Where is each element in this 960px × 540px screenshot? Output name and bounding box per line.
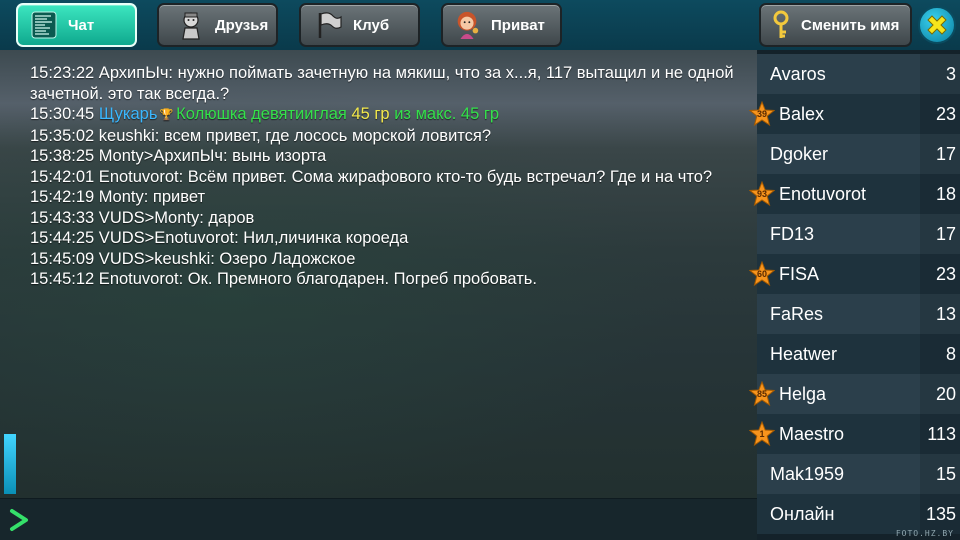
rename-button[interactable]: Сменить имя [759,3,912,47]
catch-fish: Колюшка девятииглая [176,105,347,123]
online-count: 135 [920,494,960,534]
user-row[interactable]: 39 Balex 23 [748,94,960,134]
user-name: FISA [779,264,820,284]
top-tab-bar: Чат Друзья Клуб Приват Сменить имя [0,0,960,50]
user-rank: 60 [756,269,767,279]
trophy-icon: 🏆 [159,109,174,121]
chat-message: 15:42:19 Monty: привет [30,188,206,206]
chevron-right-icon [10,509,28,531]
tab-chat[interactable]: Чат [16,3,137,47]
scrollbar-thumb[interactable] [4,434,16,494]
user-count: 15 [920,454,960,494]
tab-friends[interactable]: Друзья [157,3,278,47]
watermark-text: FOTO.HZ.BY [895,529,954,538]
user-row[interactable]: FaRes 13 [757,294,960,334]
user-name: Enotuvorot [779,184,867,204]
tab-chat-label: Чат [68,16,95,34]
catch-weight: 45 гр [351,105,390,123]
user-count: 113 [920,414,960,454]
key-icon [767,10,795,40]
user-count: 8 [920,334,960,374]
chat-message: 15:45:12 Enotuvorot: Ок. Премного благод… [30,270,537,288]
catch-nick[interactable]: Щукарь [99,105,158,123]
user-row[interactable]: Heatwer 8 [757,334,960,374]
close-button[interactable] [918,6,956,44]
chat-message: 15:43:33 VUDS>Monty: даров [30,208,255,227]
user-rank: 39 [756,109,767,119]
message-list: 15:23:22 АрхипЫч: нужно поймать зачетную… [30,63,745,290]
catch-time: 15:30:45 [30,105,95,123]
user-rank: 93 [756,189,767,199]
chat-message: 15:44:25 VUDS>Enotuvorot: Нил,личинка ко… [30,229,409,247]
chat-message: 15:35:02 keushki: всем привет, где лосос… [30,126,492,145]
user-name: Helga [779,384,827,404]
user-count: 23 [920,94,960,134]
user-rank: 1 [759,429,765,439]
girl-icon [453,10,481,40]
user-row[interactable]: FD13 17 [757,214,960,254]
user-count: 20 [920,374,960,414]
online-total-row: Онлайн 135 [757,494,960,534]
tab-private[interactable]: Приват [441,3,562,47]
user-name: FaRes [770,304,824,324]
user-count: 18 [920,174,960,214]
tab-club-label: Клуб [353,16,390,34]
star-icon: 93 [748,180,776,207]
user-row[interactable]: Dgoker 17 [757,134,960,174]
user-count: 3 [920,54,960,94]
user-name: Maestro [779,424,845,444]
user-row[interactable]: Mak1959 15 [757,454,960,494]
star-icon: 85 [748,380,776,407]
chat-message: 15:38:25 Monty>АрхипЫч: вынь изорта [30,147,327,165]
star-icon: 60 [748,260,776,287]
online-label: Онлайн [770,504,835,524]
user-count: 23 [920,254,960,294]
tab-friends-label: Друзья [215,16,269,34]
user-count: 17 [920,134,960,174]
user-name: Mak1959 [770,464,845,484]
user-name: Heatwer [770,344,838,364]
chat-message: 15:42:01 Enotuvorot: Всём привет. Сома ж… [30,167,713,186]
catch-message: 15:30:45 Щукарь 🏆 Колюшка девятииглая 45 г… [30,104,745,126]
catch-max-label: из макс. [394,105,457,123]
user-name: Avaros [770,64,826,84]
message-input-bar [0,498,757,540]
message-input[interactable] [40,505,745,535]
user-row[interactable]: 85 Helga 20 [748,374,960,414]
user-row[interactable]: Avaros 3 [757,54,960,94]
user-count: 17 [920,214,960,254]
catch-max-weight: 45 гр [460,105,500,123]
star-icon: 1 [748,420,776,447]
user-name: Dgoker [770,144,829,164]
user-row[interactable]: 93 Enotuvorot 18 [748,174,960,214]
user-name: FD13 [770,224,815,244]
close-x-icon [927,15,947,35]
tab-club[interactable]: Клуб [299,3,420,47]
user-rank: 85 [756,389,767,399]
chat-message: 15:23:22 АрхипЫч: нужно поймать зачетную… [30,64,734,103]
user-list[interactable]: Avaros 3 39 Balex 23 Dgoker 17 93 Enotuv… [748,50,960,540]
chat-message: 15:45:09 VUDS>keushki: Озеро Ладожское [30,249,356,268]
rename-button-label: Сменить имя [801,16,900,34]
star-icon: 39 [748,100,776,127]
chat-lines-icon [30,10,58,40]
user-name: Balex [779,104,825,124]
user-row[interactable]: 60 FISA 23 [748,254,960,294]
fisherman-icon [177,10,205,40]
flag-icon [315,10,343,40]
send-button[interactable] [6,507,32,533]
chat-panel[interactable]: 15:23:22 АрхипЫч: нужно поймать зачетную… [0,50,757,498]
user-row[interactable]: 1 Maestro 113 [748,414,960,454]
user-count: 13 [920,294,960,334]
tab-private-label: Приват [491,16,545,34]
